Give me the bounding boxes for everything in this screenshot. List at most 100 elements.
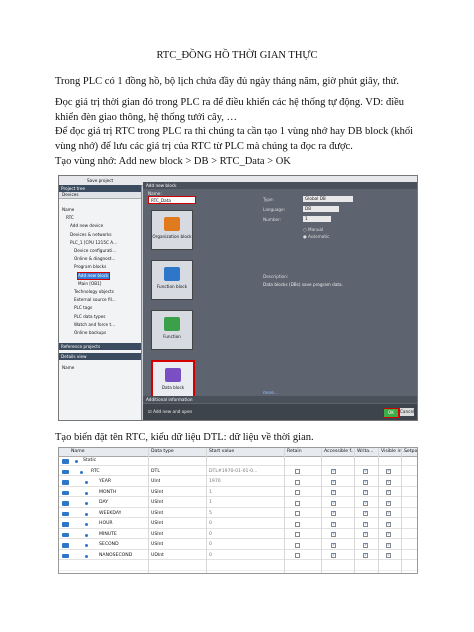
attribute-checkbox[interactable]: ✓ — [363, 500, 368, 506]
attribute-checkbox[interactable]: ✓ — [386, 500, 391, 506]
tag-data-type[interactable]: USInt — [151, 531, 163, 540]
tree-toggle-icon[interactable] — [85, 523, 88, 526]
ok-button[interactable]: OK — [383, 408, 399, 418]
tree-toggle-icon[interactable] — [85, 491, 88, 495]
tree-item[interactable]: Technology objects — [74, 289, 114, 295]
attribute-checkbox[interactable]: ✓ — [386, 490, 391, 496]
tag-start-value[interactable]: 0 — [209, 531, 212, 540]
attribute-checkbox[interactable] — [295, 521, 300, 527]
tag-data-type[interactable]: USInt — [151, 510, 163, 519]
tree-toggle-icon[interactable] — [85, 502, 88, 505]
tag-start-value[interactable]: DTL#1970-01-01-0... — [209, 468, 257, 477]
column-header[interactable]: Name — [71, 448, 85, 457]
tag-start-value[interactable]: 0 — [209, 541, 212, 550]
tree-item[interactable]: Devices & networks — [70, 232, 112, 238]
tree-item[interactable]: PLC tags — [74, 305, 92, 311]
attribute-checkbox[interactable]: ✓ — [363, 490, 368, 496]
attribute-checkbox[interactable]: ✓ — [331, 490, 336, 496]
more-link[interactable]: more... — [263, 390, 278, 395]
tag-start-value[interactable]: 0 — [209, 552, 212, 561]
attribute-checkbox[interactable] — [295, 479, 300, 485]
tree-item[interactable]: Name — [62, 207, 74, 213]
attribute-checkbox[interactable]: ✓ — [363, 469, 368, 475]
tag-data-type[interactable]: USInt — [151, 489, 163, 498]
attribute-checkbox[interactable]: ✓ — [386, 521, 391, 527]
tree-toggle-icon[interactable] — [85, 544, 88, 547]
attribute-checkbox[interactable] — [295, 532, 300, 538]
table-row[interactable]: NANOSECOND UDInt 0 ✓ ✓ ✓ — [59, 552, 417, 561]
attribute-checkbox[interactable]: ✓ — [363, 521, 368, 527]
attribute-checkbox[interactable]: ✓ — [386, 542, 391, 548]
tag-name[interactable]: NANOSECOND — [99, 552, 132, 561]
tree-item[interactable]: Add new block — [77, 271, 110, 280]
type-select[interactable]: Global DB — [303, 196, 353, 202]
additional-information-bar[interactable]: Additional information — [143, 396, 417, 403]
attribute-checkbox[interactable] — [295, 500, 300, 506]
attribute-checkbox[interactable]: ✓ — [331, 553, 336, 559]
tree-toggle-icon[interactable] — [80, 470, 83, 474]
devices-tab[interactable]: Devices — [59, 192, 141, 199]
block-name-input[interactable]: RTC_Data — [148, 196, 196, 204]
tag-data-type[interactable]: USInt — [151, 499, 163, 508]
attribute-checkbox[interactable]: ✓ — [386, 469, 391, 475]
tree-item[interactable]: Program blocks — [74, 264, 106, 270]
table-row[interactable]: HOUR USInt 0 ✓ ✓ ✓ — [59, 520, 417, 529]
attribute-checkbox[interactable]: ✓ — [363, 542, 368, 548]
tag-data-type[interactable]: UInt — [151, 478, 160, 487]
column-header[interactable]: Data type — [151, 448, 174, 457]
attribute-checkbox[interactable]: ✓ — [363, 553, 368, 559]
tree-toggle-icon[interactable] — [75, 460, 78, 463]
tag-data-type[interactable]: USInt — [151, 520, 163, 529]
attribute-checkbox[interactable]: ✓ — [331, 500, 336, 506]
column-header[interactable]: Start value — [209, 448, 234, 457]
tag-name[interactable]: SECOND — [99, 541, 119, 550]
tree-toggle-icon[interactable] — [85, 512, 88, 516]
tag-name[interactable]: YEAR — [99, 478, 111, 487]
attribute-checkbox[interactable] — [295, 490, 300, 496]
tree-item[interactable]: PLC_1 [CPU 1215C A... — [70, 240, 117, 246]
tree-item[interactable]: External source fil... — [74, 297, 116, 303]
automatic-radio[interactable]: ● Automatic — [303, 234, 329, 239]
attribute-checkbox[interactable]: ✓ — [386, 511, 391, 517]
table-row[interactable]: Static — [59, 457, 417, 466]
attribute-checkbox[interactable]: ✓ — [363, 479, 368, 485]
attribute-checkbox[interactable]: ✓ — [363, 511, 368, 517]
tree-item[interactable]: RTC — [66, 215, 74, 221]
tag-start-value[interactable]: 1 — [209, 489, 212, 498]
block-type-3[interactable]: Function — [151, 310, 193, 350]
number-input[interactable]: 1 — [303, 216, 331, 222]
language-select[interactable]: DB — [303, 206, 339, 212]
attribute-checkbox[interactable]: ✓ — [331, 532, 336, 538]
reference-projects-bar[interactable]: Reference projects — [59, 343, 141, 350]
tag-start-value[interactable]: 1970 — [209, 478, 221, 487]
column-header[interactable]: Accessible f... — [324, 448, 355, 457]
column-header[interactable]: Writa... — [357, 448, 374, 457]
tag-start-value[interactable]: 0 — [209, 520, 212, 529]
details-view-bar[interactable]: Details view — [59, 353, 141, 360]
table-row[interactable]: MONTH USInt 1 ✓ ✓ ✓ — [59, 489, 417, 498]
table-row[interactable]: MINUTE USInt 0 ✓ ✓ ✓ — [59, 531, 417, 540]
tree-toggle-icon[interactable] — [85, 554, 88, 558]
tree-item[interactable]: Add new device — [70, 223, 103, 229]
add-new-open-checkbox[interactable]: ☑ Add new and open — [148, 409, 192, 414]
table-row[interactable]: RTC DTL DTL#1970-01-01-0... ✓ ✓ ✓ — [59, 468, 417, 477]
save-project-label[interactable]: Save project — [87, 178, 113, 183]
tag-data-type[interactable]: UDInt — [151, 552, 164, 561]
tree-item[interactable]: Watch and force t... — [74, 322, 115, 328]
cancel-button[interactable]: Cancel — [400, 408, 414, 416]
attribute-checkbox[interactable]: ✓ — [386, 479, 391, 485]
tree-toggle-icon[interactable] — [85, 481, 88, 484]
table-row-empty[interactable] — [59, 562, 417, 571]
attribute-checkbox[interactable] — [295, 553, 300, 559]
tag-name[interactable]: DAY — [99, 499, 108, 508]
tag-data-type[interactable]: DTL — [151, 468, 160, 477]
attribute-checkbox[interactable]: ✓ — [386, 532, 391, 538]
table-row[interactable]: DAY USInt 1 ✓ ✓ ✓ — [59, 499, 417, 508]
manual-radio[interactable]: ○ Manual — [303, 227, 323, 232]
attribute-checkbox[interactable] — [295, 542, 300, 548]
attribute-checkbox[interactable]: ✓ — [363, 532, 368, 538]
table-row[interactable]: YEAR UInt 1970 ✓ ✓ ✓ — [59, 478, 417, 487]
tag-name[interactable]: Static — [83, 457, 96, 466]
attribute-checkbox[interactable]: ✓ — [331, 521, 336, 527]
tag-start-value[interactable]: 5 — [209, 510, 212, 519]
